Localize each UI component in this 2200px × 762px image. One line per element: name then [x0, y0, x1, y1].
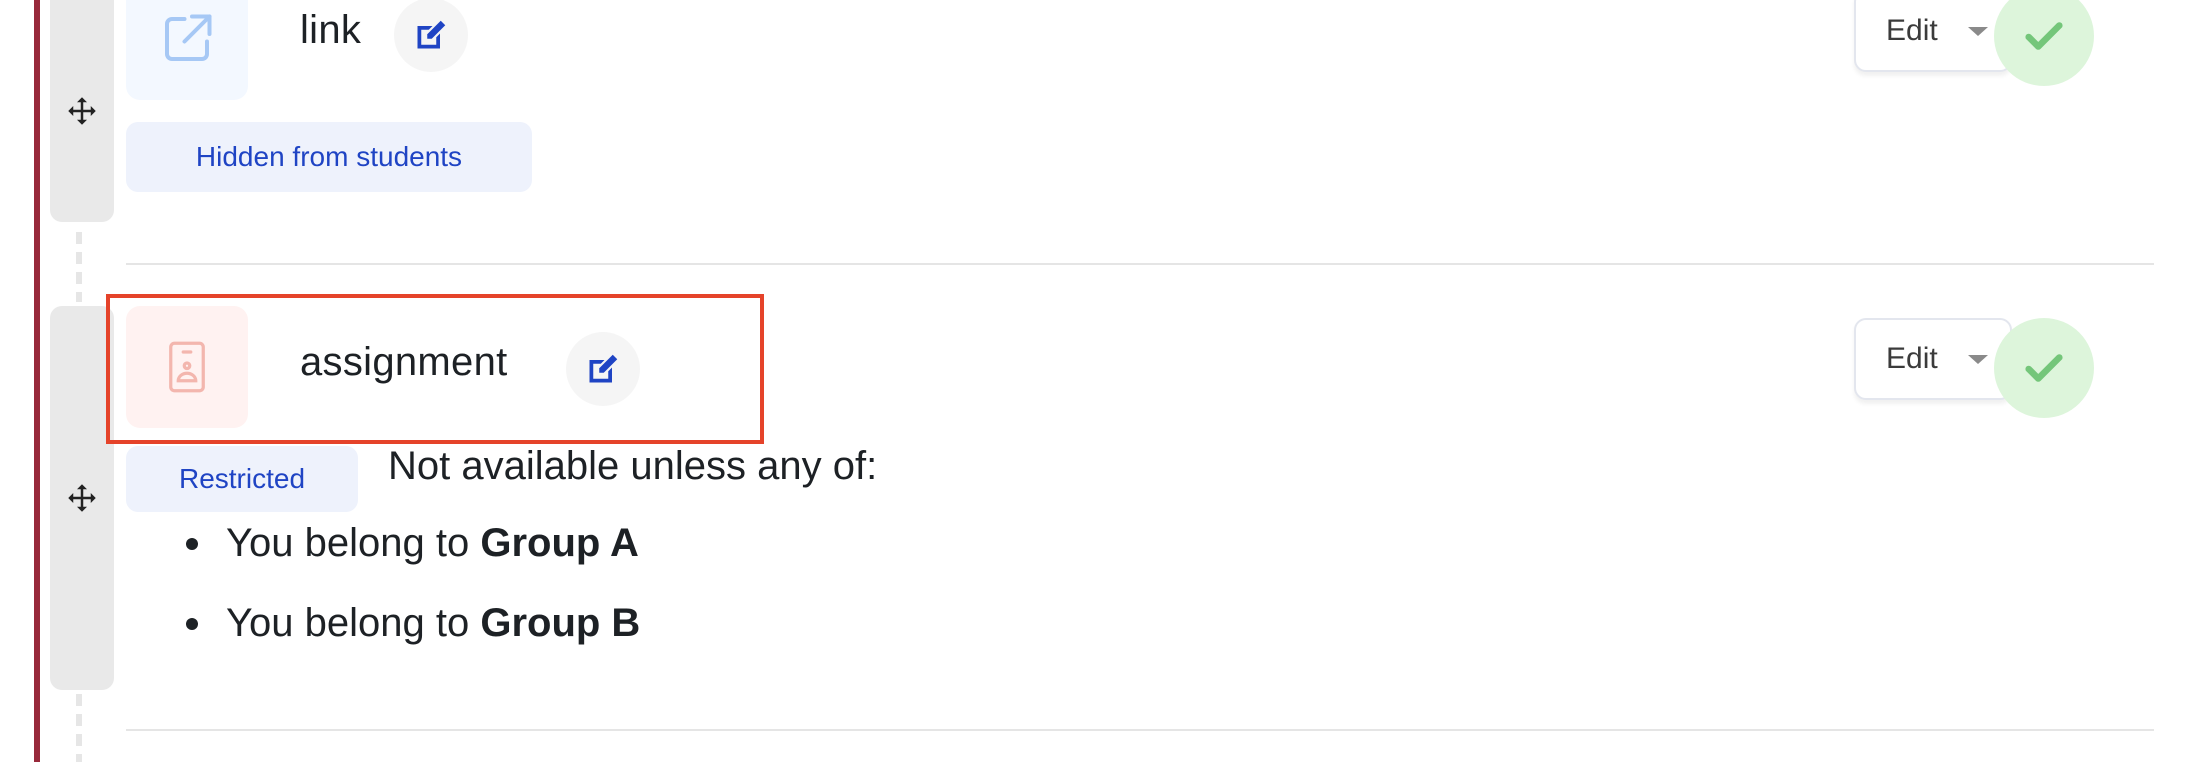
caret-down-icon: [1967, 26, 1988, 36]
assignment-icon: [169, 341, 205, 393]
section-accent-bar: [34, 0, 40, 762]
completion-toggle[interactable]: [1994, 0, 2094, 86]
connector-line: [76, 694, 82, 762]
edit-menu-button[interactable]: Edit: [1854, 318, 2012, 400]
edit-menu-button[interactable]: Edit: [1854, 0, 2012, 72]
availability-condition: You belong to Group A: [160, 518, 640, 598]
visibility-badge: Hidden from students: [126, 122, 532, 192]
edit-title-button[interactable]: [394, 0, 468, 72]
drag-handle[interactable]: [50, 306, 114, 690]
edit-menu-label: Edit: [1886, 342, 1938, 375]
activity-icon-link: [126, 0, 248, 100]
group-name: Group B: [480, 601, 641, 645]
move-icon: [68, 484, 96, 512]
caret-down-icon: [1967, 354, 1988, 364]
availability-conditions: You belong to Group A You belong to Grou…: [160, 518, 640, 678]
availability-condition: You belong to Group B: [160, 598, 640, 678]
edit-menu-label: Edit: [1886, 14, 1938, 47]
connector-line: [76, 232, 82, 302]
activity-divider: [126, 263, 2154, 265]
edit-title-button[interactable]: [566, 332, 640, 406]
activity-name-link[interactable]: link: [300, 8, 361, 53]
group-name: Group A: [480, 521, 639, 565]
availability-intro: Not available unless any of:: [388, 444, 878, 488]
edit-icon: [417, 20, 446, 49]
check-icon: [2025, 22, 2063, 50]
activity-icon-assignment: [126, 306, 248, 428]
restricted-badge: Restricted: [126, 446, 358, 512]
drag-handle[interactable]: [50, 0, 114, 222]
activity-divider: [126, 729, 2154, 731]
activity-name-assignment[interactable]: assignment: [300, 340, 508, 385]
move-icon: [68, 97, 96, 125]
check-icon: [2025, 354, 2063, 382]
edit-icon: [589, 354, 618, 383]
completion-toggle[interactable]: [1994, 318, 2094, 418]
external-link-icon: [165, 14, 212, 61]
